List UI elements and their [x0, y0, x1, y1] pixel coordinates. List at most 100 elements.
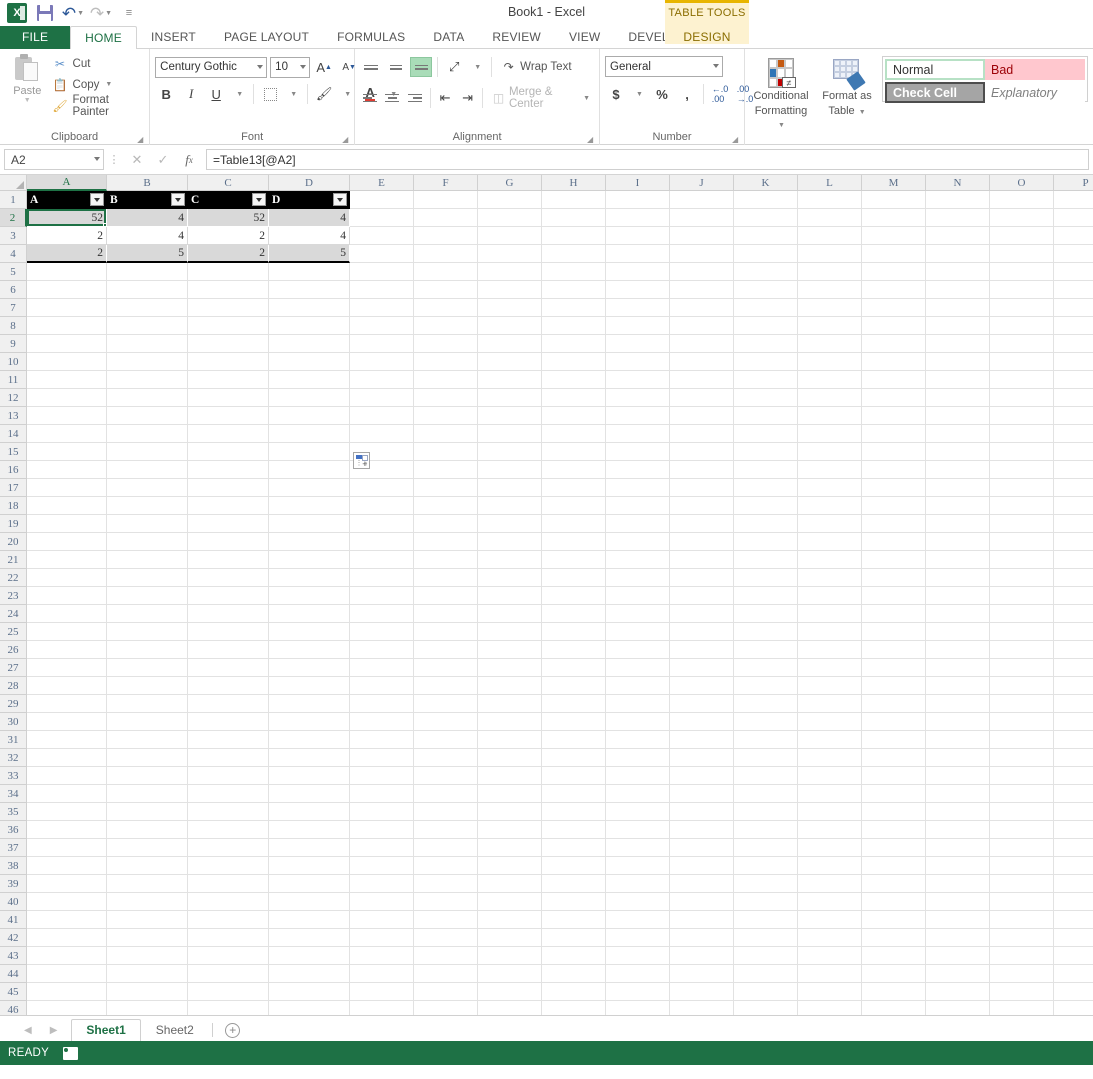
cell-M14[interactable] [862, 425, 926, 443]
cell-N34[interactable] [926, 785, 990, 803]
cell-A46[interactable] [27, 1001, 107, 1015]
cell-F29[interactable] [414, 695, 478, 713]
cell-G31[interactable] [478, 731, 542, 749]
cell-P12[interactable] [1054, 389, 1093, 407]
cell-B33[interactable] [107, 767, 188, 785]
row-header-22[interactable]: 22 [0, 569, 27, 587]
cell-H5[interactable] [542, 263, 606, 281]
column-header-A[interactable]: A [27, 175, 107, 191]
cell-O11[interactable] [990, 371, 1054, 389]
cell-D13[interactable] [269, 407, 350, 425]
cell-M13[interactable] [862, 407, 926, 425]
cell-A37[interactable] [27, 839, 107, 857]
cell-F35[interactable] [414, 803, 478, 821]
insert-function-icon[interactable]: fx [176, 149, 202, 170]
cell-C11[interactable] [188, 371, 269, 389]
cell-G44[interactable] [478, 965, 542, 983]
cell-K21[interactable] [734, 551, 798, 569]
cell-F38[interactable] [414, 857, 478, 875]
cell-B14[interactable] [107, 425, 188, 443]
cell-H6[interactable] [542, 281, 606, 299]
cell-D32[interactable] [269, 749, 350, 767]
cell-L24[interactable] [798, 605, 862, 623]
cell-H40[interactable] [542, 893, 606, 911]
cell-D40[interactable] [269, 893, 350, 911]
cell-H12[interactable] [542, 389, 606, 407]
italic-icon[interactable]: I [180, 83, 202, 105]
row-header-31[interactable]: 31 [0, 731, 27, 749]
cell-H33[interactable] [542, 767, 606, 785]
cell-O46[interactable] [990, 1001, 1054, 1015]
cell-E34[interactable] [350, 785, 414, 803]
cell-I34[interactable] [606, 785, 670, 803]
accounting-format-icon[interactable]: $ [605, 83, 627, 105]
cell-E12[interactable] [350, 389, 414, 407]
cell-F40[interactable] [414, 893, 478, 911]
cell-P28[interactable] [1054, 677, 1093, 695]
cell-N24[interactable] [926, 605, 990, 623]
cell-K25[interactable] [734, 623, 798, 641]
cell-N31[interactable] [926, 731, 990, 749]
column-header-I[interactable]: I [606, 175, 670, 191]
cell-C44[interactable] [188, 965, 269, 983]
row-header-36[interactable]: 36 [0, 821, 27, 839]
number-format-combobox[interactable]: General [605, 56, 723, 77]
cell-F11[interactable] [414, 371, 478, 389]
cell-O22[interactable] [990, 569, 1054, 587]
cell-C27[interactable] [188, 659, 269, 677]
cell-M19[interactable] [862, 515, 926, 533]
cell-K33[interactable] [734, 767, 798, 785]
cell-J3[interactable] [670, 227, 734, 245]
tab-formulas[interactable]: FORMULAS [323, 26, 419, 49]
cell-G35[interactable] [478, 803, 542, 821]
cell-P37[interactable] [1054, 839, 1093, 857]
row-header-18[interactable]: 18 [0, 497, 27, 515]
cell-F42[interactable] [414, 929, 478, 947]
cell-O34[interactable] [990, 785, 1054, 803]
cell-K15[interactable] [734, 443, 798, 461]
cell-O16[interactable] [990, 461, 1054, 479]
chevron-down-icon[interactable]: ▼ [468, 56, 486, 78]
cell-J25[interactable] [670, 623, 734, 641]
cell-L1[interactable] [798, 191, 862, 209]
cell-M16[interactable] [862, 461, 926, 479]
cell-N29[interactable] [926, 695, 990, 713]
orientation-icon[interactable]: ⤢ [443, 56, 465, 78]
cell-L34[interactable] [798, 785, 862, 803]
cell-N17[interactable] [926, 479, 990, 497]
row-header-6[interactable]: 6 [0, 281, 27, 299]
cell-J18[interactable] [670, 497, 734, 515]
cell-E45[interactable] [350, 983, 414, 1001]
cell-N20[interactable] [926, 533, 990, 551]
align-right-icon[interactable] [405, 88, 424, 108]
cell-L33[interactable] [798, 767, 862, 785]
copy-button[interactable]: 📋 Copy ▼ [50, 75, 145, 94]
formula-bar-grip[interactable]: ⋮ [108, 153, 120, 166]
row-header-4[interactable]: 4 [0, 245, 27, 263]
cell-K45[interactable] [734, 983, 798, 1001]
cell-C45[interactable] [188, 983, 269, 1001]
cell-B8[interactable] [107, 317, 188, 335]
format-painter-button[interactable]: 🖌 Format Painter [50, 94, 145, 118]
cell-P21[interactable] [1054, 551, 1093, 569]
cell-J23[interactable] [670, 587, 734, 605]
cell-O31[interactable] [990, 731, 1054, 749]
cell-N15[interactable] [926, 443, 990, 461]
cell-I1[interactable] [606, 191, 670, 209]
cell-N46[interactable] [926, 1001, 990, 1015]
cell-B7[interactable] [107, 299, 188, 317]
cell-G29[interactable] [478, 695, 542, 713]
bold-icon[interactable]: B [155, 83, 177, 105]
cell-L26[interactable] [798, 641, 862, 659]
cell-style-check-cell[interactable]: Check Cell [885, 82, 985, 103]
cell-I6[interactable] [606, 281, 670, 299]
cell-A41[interactable] [27, 911, 107, 929]
cell-D27[interactable] [269, 659, 350, 677]
cell-M17[interactable] [862, 479, 926, 497]
cell-I18[interactable] [606, 497, 670, 515]
cell-P30[interactable] [1054, 713, 1093, 731]
cell-H27[interactable] [542, 659, 606, 677]
cell-J17[interactable] [670, 479, 734, 497]
cell-G8[interactable] [478, 317, 542, 335]
cell-C46[interactable] [188, 1001, 269, 1015]
